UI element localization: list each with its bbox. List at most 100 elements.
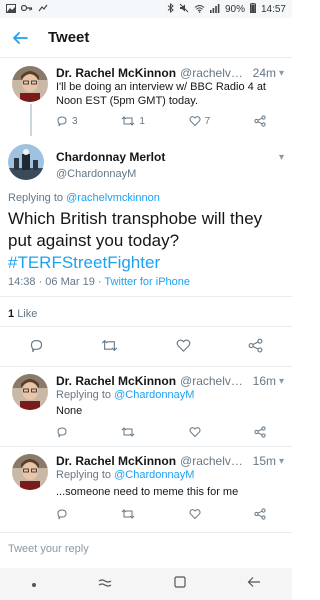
home-icon[interactable] [174, 575, 186, 593]
replying-to-label: Replying to [8, 192, 64, 204]
reply-icon [57, 116, 67, 127]
reply-replying-to: Replying to @ChardonnayM [56, 389, 194, 401]
reply-button[interactable] [56, 508, 68, 520]
reply-author-name[interactable]: Dr. Rachel McKinnon [56, 454, 176, 468]
share-icon [254, 426, 266, 438]
thread-connector-line [30, 104, 32, 136]
like-button[interactable] [189, 426, 201, 438]
avatar-chardonnay[interactable] [8, 144, 44, 180]
replying-to-handle-link[interactable]: @rachelvmckinnon [66, 192, 160, 204]
battery-icon [249, 3, 256, 15]
heart-icon [189, 116, 201, 127]
reply-menu-chevron-icon[interactable]: ▾ [279, 456, 284, 467]
status-bar: 90% 14:57 [0, 0, 292, 18]
like-button[interactable]: 7 [189, 115, 211, 127]
reply-icon [30, 339, 42, 353]
divider [0, 366, 292, 367]
reply-author-handle[interactable]: @rachelvmc... [180, 374, 247, 388]
hashtag-link[interactable]: #TERFStreetFighter [8, 253, 160, 272]
main-tweet-timestamp: 14:38 · 06 Mar 19 · [8, 276, 105, 288]
page-title: Tweet [48, 29, 90, 46]
back-arrow-icon [13, 31, 28, 44]
author-handle[interactable]: @rachelvmc... [180, 66, 247, 80]
retweet-button[interactable] [121, 508, 135, 520]
reply-author-handle[interactable]: @rachelvmc... [180, 454, 247, 468]
wifi-icon [194, 4, 205, 15]
main-reply-button[interactable] [29, 338, 44, 358]
retweet-icon [121, 116, 135, 126]
main-replying-to: Replying to @rachelvmckinnon [8, 192, 160, 204]
avatar-rachel[interactable] [12, 66, 48, 102]
retweet-count: 1 [139, 115, 145, 127]
main-author-name[interactable]: Chardonnay Merlot [56, 150, 165, 164]
reply-author-name[interactable]: Dr. Rachel McKinnon [56, 374, 176, 388]
reply-header: Dr. Rachel McKinnon @rachelvmc... 15m [56, 454, 276, 468]
share-button[interactable] [254, 508, 266, 520]
replying-to-handle-link[interactable]: @ChardonnayM [114, 469, 194, 481]
main-tweet-menu-chevron-icon[interactable]: ▾ [279, 152, 284, 163]
replying-to-label: Replying to [56, 469, 112, 481]
tweet-source-link[interactable]: Twitter for iPhone [104, 276, 190, 288]
reply-menu-chevron-icon[interactable]: ▾ [279, 376, 284, 387]
likes-summary[interactable]: 1 Like [8, 308, 37, 320]
parent-tweet-actions: 3 1 7 [56, 115, 266, 127]
like-button[interactable] [189, 508, 201, 520]
share-icon [254, 115, 266, 127]
main-tweet-actions [0, 336, 292, 360]
heart-icon [189, 427, 201, 438]
tweet-time: 24m [252, 66, 276, 80]
parent-tweet-text: I'll be doing an interview w/ BBC Radio … [56, 81, 266, 107]
share-icon [254, 508, 266, 520]
reply-actions [56, 508, 266, 520]
signal-notification-icon [38, 4, 48, 14]
battery-percent: 90% [224, 3, 245, 15]
key-notification-icon [20, 4, 33, 14]
reply-icon [57, 509, 67, 520]
recents-icon[interactable] [98, 575, 112, 593]
main-author-handle[interactable]: @ChardonnayM [56, 168, 136, 180]
main-like-button[interactable] [176, 338, 191, 358]
reply-button[interactable] [56, 426, 68, 438]
retweet-icon [121, 427, 135, 437]
system-nav-bar [0, 568, 292, 600]
share-icon [248, 338, 263, 353]
main-share-button[interactable] [248, 338, 263, 358]
reply-compose-input[interactable]: Tweet your reply [0, 532, 292, 564]
heart-icon [176, 339, 191, 352]
reply-icon [57, 427, 67, 438]
like-count: 7 [204, 115, 211, 127]
reply-replying-to: Replying to @ChardonnayM [56, 469, 194, 481]
reply-text: None [56, 405, 83, 417]
replying-to-label: Replying to [56, 389, 112, 401]
divider [0, 326, 292, 327]
reply-avatar[interactable] [12, 454, 48, 490]
reply-header: Dr. Rachel McKinnon @rachelvmc... 16m [56, 374, 276, 388]
retweet-icon [102, 339, 118, 352]
app-bar: Tweet [0, 18, 292, 58]
retweet-button[interactable]: 1 [121, 115, 145, 127]
share-button[interactable] [254, 426, 266, 438]
cell-signal-icon [209, 3, 220, 15]
mute-icon [179, 3, 189, 15]
tweet-menu-chevron-icon[interactable]: ▾ [279, 68, 284, 79]
retweet-button[interactable] [121, 426, 135, 438]
parent-tweet-header: Dr. Rachel McKinnon @rachelvmc... 24m [56, 66, 276, 80]
reply-text: ...someone need to meme this for me [56, 486, 239, 498]
back-icon[interactable] [247, 575, 261, 593]
bluetooth-icon [167, 2, 174, 15]
replying-to-handle-link[interactable]: @ChardonnayM [114, 389, 194, 401]
back-button[interactable] [0, 18, 40, 58]
reply-avatar[interactable] [12, 374, 48, 410]
main-retweet-button[interactable] [101, 338, 118, 358]
nav-dot-icon[interactable] [31, 575, 37, 593]
reply-button[interactable]: 3 [56, 115, 78, 127]
likes-total: 1 [8, 308, 15, 320]
divider [0, 446, 292, 447]
divider [0, 296, 292, 297]
author-name[interactable]: Dr. Rachel McKinnon [56, 66, 176, 80]
retweet-icon [121, 509, 135, 519]
share-button[interactable] [254, 115, 266, 127]
reply-time: 15m [252, 454, 276, 468]
likes-label: Like [17, 308, 38, 320]
clock: 14:57 [260, 3, 286, 15]
